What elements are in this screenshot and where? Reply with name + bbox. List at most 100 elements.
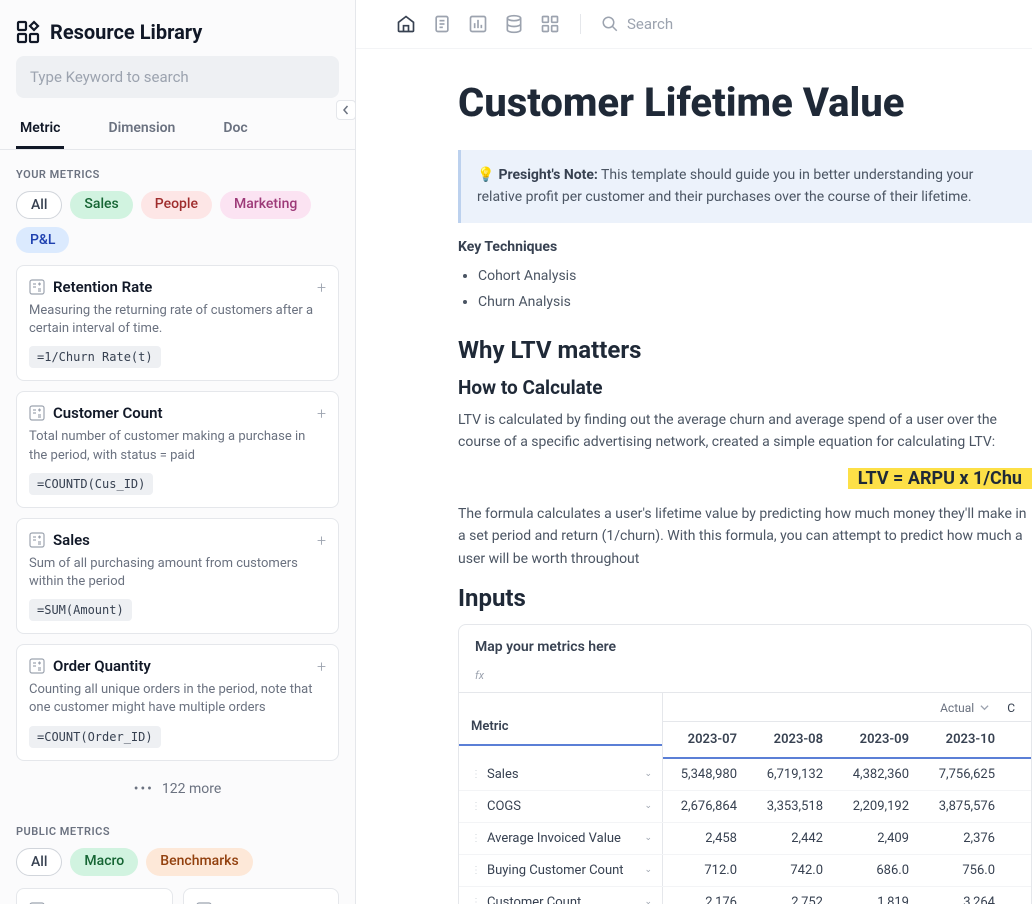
data-cell[interactable]: 2,209,192 <box>835 791 921 822</box>
dots-icon: ••• <box>134 781 154 797</box>
logo-row: Resource Library <box>0 0 355 56</box>
filter-chip[interactable]: All <box>16 191 62 219</box>
card-title: Customer Count <box>53 404 163 422</box>
data-cell[interactable]: 756.0 <box>921 855 1007 886</box>
filter-chip[interactable]: Benchmarks <box>146 848 252 876</box>
key-techniques-label: Key Techniques <box>458 239 1032 255</box>
data-cell[interactable]: 2,409 <box>835 823 921 854</box>
filter-chip[interactable]: Sales <box>70 191 132 219</box>
more-metrics-label: 122 more <box>162 781 221 797</box>
inputs-panel: Map your metrics here fx Metric Actual C… <box>458 624 1032 904</box>
chevron-down-icon <box>980 703 989 712</box>
chart-icon[interactable] <box>468 14 488 34</box>
sidebar-scroll[interactable]: YOUR METRICS AllSalesPeopleMarketingP&L … <box>0 150 355 904</box>
filter-chip[interactable]: Marketing <box>220 191 311 219</box>
table-row: Average Invoiced Value⌄2,4582,4422,4092,… <box>459 823 1031 855</box>
metric-card[interactable]: Sales + Sum of all purchasing amount from … <box>16 518 339 634</box>
fx-bar[interactable]: fx <box>459 663 1031 693</box>
metric-card[interactable]: Customer Count + Total number of customer … <box>16 391 339 507</box>
metric-icon <box>29 405 45 421</box>
card-description: Sum of all purchasing amount from custom… <box>29 555 326 591</box>
card-description: Counting all unique orders in the period… <box>29 681 326 717</box>
main: Search Customer Lifetime Value 💡Presight… <box>356 0 1032 904</box>
data-cell[interactable]: 2,442 <box>749 823 835 854</box>
metric-card[interactable]: Employment RaMeasuring the returning rat… <box>183 888 340 904</box>
your-metrics-chips: All Sales People Marketing P&L <box>0 191 355 265</box>
data-cell[interactable]: 2,752 <box>749 887 835 904</box>
table-row: Sales⌄5,348,9806,719,1324,382,3607,756,6… <box>459 759 1031 791</box>
card-description: Total number of customer making a purcha… <box>29 428 326 464</box>
data-cell[interactable]: 686.0 <box>835 855 921 886</box>
ltv-formula-highlight: LTV = ARPU x 1/Chu <box>458 468 1032 489</box>
card-title: Sales <box>53 531 90 549</box>
table-row: COGS⌄2,676,8643,353,5182,209,1923,875,57… <box>459 791 1031 823</box>
public-metrics-chips: All Macro Benchmarks <box>0 848 355 888</box>
data-cell[interactable]: 6,719,132 <box>749 759 835 790</box>
scenario-label: Actual <box>940 701 974 715</box>
tab-metric[interactable]: Metric <box>16 110 64 149</box>
add-icon[interactable]: + <box>317 657 326 676</box>
data-cell[interactable]: 712.0 <box>663 855 749 886</box>
data-cell[interactable]: 3,264 <box>921 887 1007 904</box>
period-header[interactable]: 2023-08 <box>749 722 835 757</box>
data-cell[interactable]: 3,875,576 <box>921 791 1007 822</box>
period-header[interactable]: 2023-10 <box>921 722 1007 757</box>
metric-card[interactable]: Order Quantity+Counting all unique order… <box>16 644 339 760</box>
data-cell[interactable]: 2,458 <box>663 823 749 854</box>
data-cell[interactable]: 7,756,625 <box>921 759 1007 790</box>
heading-inputs: Inputs <box>458 584 1032 612</box>
metric-card[interactable]: GPDMeasuring the returning rate of custo… <box>16 888 173 904</box>
sidebar-search-input[interactable]: Type Keyword to search <box>16 56 339 98</box>
separator <box>580 14 581 34</box>
topbar-search-placeholder: Search <box>627 15 673 33</box>
topbar-search[interactable]: Search <box>601 15 673 33</box>
card-description: Measuring the returning rate of customer… <box>29 302 326 338</box>
data-cell[interactable]: 2,676,864 <box>663 791 749 822</box>
metric-row-label[interactable]: Sales⌄ <box>459 759 663 790</box>
calc-paragraph-1: LTV is calculated by finding out the ave… <box>458 409 1032 454</box>
data-cell[interactable]: 2,376 <box>921 823 1007 854</box>
home-icon[interactable] <box>396 14 416 34</box>
filter-chip[interactable]: All <box>16 848 62 876</box>
chevron-left-icon <box>341 105 351 115</box>
data-cell[interactable]: 3,353,518 <box>749 791 835 822</box>
topbar: Search <box>356 0 1032 49</box>
filter-chip[interactable]: P&L <box>16 227 69 253</box>
period-header-row: 2023-072023-082023-092023-10 <box>663 721 1031 759</box>
tab-dimension[interactable]: Dimension <box>104 110 179 149</box>
metric-row-label[interactable]: Buying Customer Count⌄ <box>459 855 663 886</box>
metric-card[interactable]: Retention Rate + Measuring the returning r… <box>16 265 339 381</box>
filter-chip[interactable]: People <box>141 191 212 219</box>
panel-title: Map your metrics here <box>459 625 1031 663</box>
data-cell[interactable]: 4,382,360 <box>835 759 921 790</box>
metric-row-label[interactable]: Average Invoiced Value⌄ <box>459 823 663 854</box>
section-your-metrics-label: YOUR METRICS <box>0 150 355 191</box>
add-icon[interactable]: + <box>317 404 326 423</box>
add-icon[interactable]: + <box>317 531 326 550</box>
doc-content: Customer Lifetime Value 💡Presight's Note… <box>356 49 1032 904</box>
database-icon[interactable] <box>504 14 524 34</box>
add-icon[interactable]: + <box>317 278 326 297</box>
scenario-selector[interactable]: Actual C <box>663 693 1031 721</box>
document-icon[interactable] <box>432 14 452 34</box>
filter-chip[interactable]: Macro <box>70 848 138 876</box>
card-title: Retention Rate <box>53 278 152 296</box>
tab-doc[interactable]: Doc <box>219 110 251 149</box>
chevron-down-icon: ⌄ <box>644 801 652 811</box>
data-cell[interactable]: 742.0 <box>749 855 835 886</box>
more-metrics-row[interactable]: ••• 122 more <box>0 771 355 807</box>
note-prefix: Presight's Note: <box>498 167 597 183</box>
heading-how: How to Calculate <box>458 376 1032 399</box>
period-header[interactable]: 2023-09 <box>835 722 921 757</box>
period-header[interactable]: 2023-07 <box>663 722 749 757</box>
metric-row-label[interactable]: Customer Count⌄ <box>459 887 663 904</box>
list-item: Cohort Analysis <box>478 263 1032 290</box>
collapse-sidebar-button[interactable] <box>336 100 356 120</box>
data-cell[interactable]: 2,176 <box>663 887 749 904</box>
data-cell[interactable]: 5,348,980 <box>663 759 749 790</box>
table-row: Customer Count⌄2,1762,7521,8193,264 <box>459 887 1031 904</box>
card-title: GPD <box>53 901 83 904</box>
apps-icon[interactable] <box>540 14 560 34</box>
metric-row-label[interactable]: COGS⌄ <box>459 791 663 822</box>
data-cell[interactable]: 1,819 <box>835 887 921 904</box>
